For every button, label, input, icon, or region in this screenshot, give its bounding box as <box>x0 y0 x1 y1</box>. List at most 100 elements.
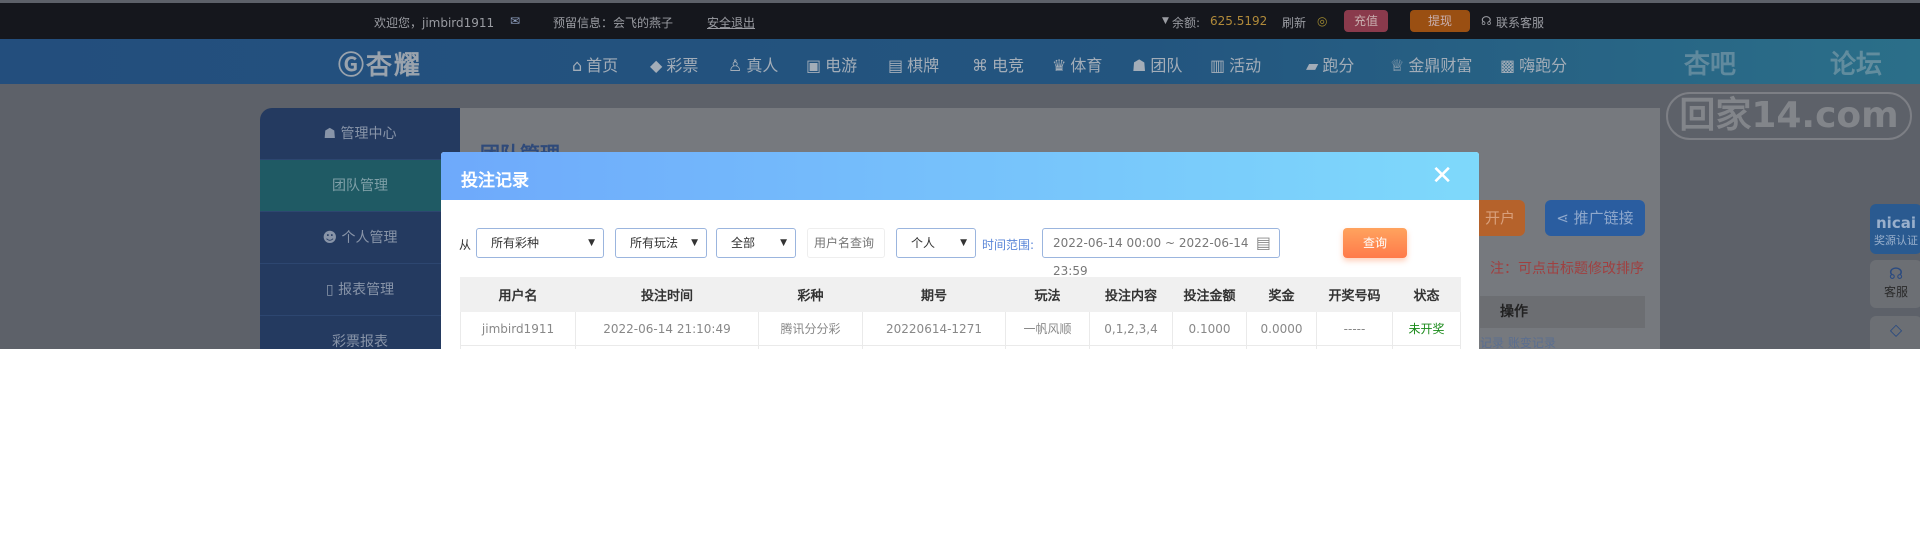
dropdown-arrow-icon: ▼ <box>588 238 595 248</box>
withdraw-button[interactable]: 提现 <box>1410 10 1470 32</box>
column-header[interactable]: 玩法 <box>1005 277 1090 312</box>
main-nav: Ⓖ杏耀 ⌂ 首页 ◆ 彩票 ♙ 真人 ▣ 电游 ▤ 棋牌 ⌘ 电竞 ♛ 体育 ☗ 团队 ▥ 活动 … <box>0 39 1920 84</box>
operation-links[interactable]: 记录 账变记录 <box>1480 334 1556 349</box>
logout-link[interactable]: 安全退出 <box>707 14 755 31</box>
close-icon[interactable]: ✕ <box>1431 161 1453 191</box>
column-header[interactable]: 彩种 <box>758 277 863 312</box>
sidebar-item-reports[interactable]: ▯ 报表管理 <box>260 264 460 316</box>
lottery-icon: ◆ <box>650 56 663 75</box>
sort-note: 注：可点击标题修改排序 <box>1490 261 1644 277</box>
chevron-down-icon[interactable]: ▼ <box>1162 16 1169 26</box>
nav-cards[interactable]: ▤ 棋牌 <box>888 52 939 76</box>
username-search-input[interactable] <box>807 228 885 258</box>
trophy-icon: ♛ <box>1052 56 1067 75</box>
headset-icon: ☊ <box>1481 14 1492 28</box>
headset-icon: ☊ <box>1888 264 1904 283</box>
sidebar-item-lottery-report[interactable]: 彩票报表 <box>260 316 460 349</box>
play-select[interactable]: 所有玩法 ▼ <box>615 228 707 258</box>
gamepad-icon: ⌘ <box>972 56 988 75</box>
cell-issue: 20220614-1271 <box>862 311 1006 346</box>
logo[interactable]: Ⓖ杏耀 <box>338 45 422 82</box>
modal-title: 投注记录 <box>461 171 529 191</box>
user-icon: ☻ <box>322 230 342 246</box>
report-icon: ▯ <box>325 282 339 298</box>
column-header[interactable]: 投注内容 <box>1089 277 1173 312</box>
column-header[interactable]: 状态 <box>1392 277 1461 312</box>
operations-header: 操作 <box>1480 296 1645 328</box>
balance-label: 余额: <box>1172 16 1201 30</box>
watermark-text: 回家14.com <box>1666 92 1912 140</box>
eye-off-icon[interactable]: ◎ <box>1317 14 1327 28</box>
welcome-text: 欢迎您，jimbird1911 <box>374 16 495 30</box>
modal-header: 投注记录 ✕ <box>441 152 1479 200</box>
cell-bet-time: 2022-06-14 21:10:49 <box>575 311 759 346</box>
promo-link-button[interactable]: ⋖ 推广链接 <box>1545 200 1645 236</box>
lottery-select[interactable]: 所有彩种 ▼ <box>476 228 604 258</box>
watermark: 杏吧 论坛 回家14.com <box>1660 42 1918 146</box>
slot-icon: ▣ <box>806 56 822 75</box>
watermark-text: 论坛 <box>1830 50 1883 80</box>
status-select[interactable]: 全部 ▼ <box>716 228 796 258</box>
status-badge: 未开奖 <box>1392 311 1461 346</box>
scope-select[interactable]: 个人 ▼ <box>896 228 976 258</box>
live-icon: ♙ <box>728 56 743 75</box>
column-header[interactable]: 投注金额 <box>1172 277 1247 312</box>
bet-records-table: 用户名 投注时间 彩种 期号 玩法 投注内容 投注金额 奖金 开奖号码 状态 j… <box>460 277 1461 349</box>
logo-emblem-icon: Ⓖ <box>338 51 367 81</box>
nav-activity[interactable]: ▥ 活动 <box>1210 52 1261 76</box>
column-header[interactable]: 期号 <box>862 277 1006 312</box>
reserved-info: 预留信息：会飞的燕子 <box>553 16 674 30</box>
balance-value: 625.5192 <box>1210 14 1268 28</box>
nicai-widget[interactable]: nicai 奖源认证 <box>1870 204 1920 254</box>
cell-lottery: 腾讯分分彩 <box>758 311 863 346</box>
cell-content: 0,1,2,3,4 <box>1089 311 1173 346</box>
table-row[interactable]: jimbird1911 2022-06-14 21:10:49 腾讯分分彩 20… <box>460 311 1461 346</box>
column-header[interactable]: 开奖号码 <box>1316 277 1393 312</box>
column-header[interactable]: 投注时间 <box>575 277 759 312</box>
sidebar-item-personal[interactable]: ☻ 个人管理 <box>260 212 460 264</box>
team-icon: ☗ <box>323 126 341 142</box>
time-range-input[interactable]: 2022-06-14 00:00 ~ 2022-06-14 23:59 ▤ <box>1042 228 1280 278</box>
home-icon: ⌂ <box>572 56 583 75</box>
diamond-icon: ◇ <box>1889 320 1903 339</box>
table-header-row: 用户名 投注时间 彩种 期号 玩法 投注内容 投注金额 奖金 开奖号码 状态 <box>460 277 1461 312</box>
sidebar: ☗ 管理中心 团队管理 ☻ 个人管理 ▯ 报表管理 彩票报表 <box>260 108 460 349</box>
cell-prize: 0.0000 <box>1246 311 1317 346</box>
column-header[interactable]: 奖金 <box>1246 277 1317 312</box>
nav-hi-paofen[interactable]: ▩ 嗨跑分 <box>1500 52 1567 76</box>
support-link[interactable]: 联系客服 <box>1496 14 1544 31</box>
team-icon: ☗ <box>1132 56 1147 75</box>
gift-icon: ▥ <box>1210 56 1226 75</box>
nav-sports[interactable]: ♛ 体育 <box>1052 52 1102 76</box>
cards-icon: ▤ <box>888 56 904 75</box>
column-header[interactable]: 用户名 <box>460 277 576 312</box>
dropdown-arrow-icon: ▼ <box>780 238 787 248</box>
calendar-icon[interactable]: ▤ <box>1256 229 1271 257</box>
wealth-icon: ♕ <box>1390 56 1405 75</box>
share-icon: ⋖ <box>1556 209 1574 227</box>
support-widget[interactable]: ☊ 客服 <box>1870 260 1920 308</box>
time-range-label: 时间范围: <box>982 238 1035 252</box>
page: 欢迎您，jimbird1911 ✉ 预留信息：会飞的燕子 安全退出 ▼ 余额: … <box>0 0 1920 349</box>
table-row <box>460 345 1461 349</box>
refresh-label[interactable]: 刷新 <box>1282 14 1306 31</box>
query-button[interactable]: 查询 <box>1343 228 1407 258</box>
dropdown-arrow-icon: ▼ <box>691 238 698 248</box>
cell-play: 一帆风顺 <box>1005 311 1090 346</box>
nav-home[interactable]: ⌂ 首页 <box>572 52 618 76</box>
mail-icon[interactable]: ✉ <box>510 14 520 28</box>
from-label: 从 <box>459 238 472 252</box>
nav-paofen[interactable]: ▰ 跑分 <box>1306 52 1354 76</box>
sidebar-item-team-management[interactable]: 团队管理 <box>260 160 460 212</box>
nav-live[interactable]: ♙ 真人 <box>728 52 778 76</box>
nav-slots[interactable]: ▣ 电游 <box>806 52 857 76</box>
nav-lottery[interactable]: ◆ 彩票 <box>650 52 698 76</box>
nav-team[interactable]: ☗ 团队 <box>1132 52 1182 76</box>
nav-wealth[interactable]: ♕ 金鼎财富 <box>1390 52 1472 76</box>
car-icon: ▰ <box>1306 56 1319 75</box>
cell-draw-number: ----- <box>1316 311 1393 346</box>
deposit-button[interactable]: 充值 <box>1344 10 1388 32</box>
nav-esports[interactable]: ⌘ 电竞 <box>972 52 1024 76</box>
sidebar-item-management-center[interactable]: ☗ 管理中心 <box>260 108 460 160</box>
vip-widget[interactable]: ◇ <box>1870 316 1920 349</box>
